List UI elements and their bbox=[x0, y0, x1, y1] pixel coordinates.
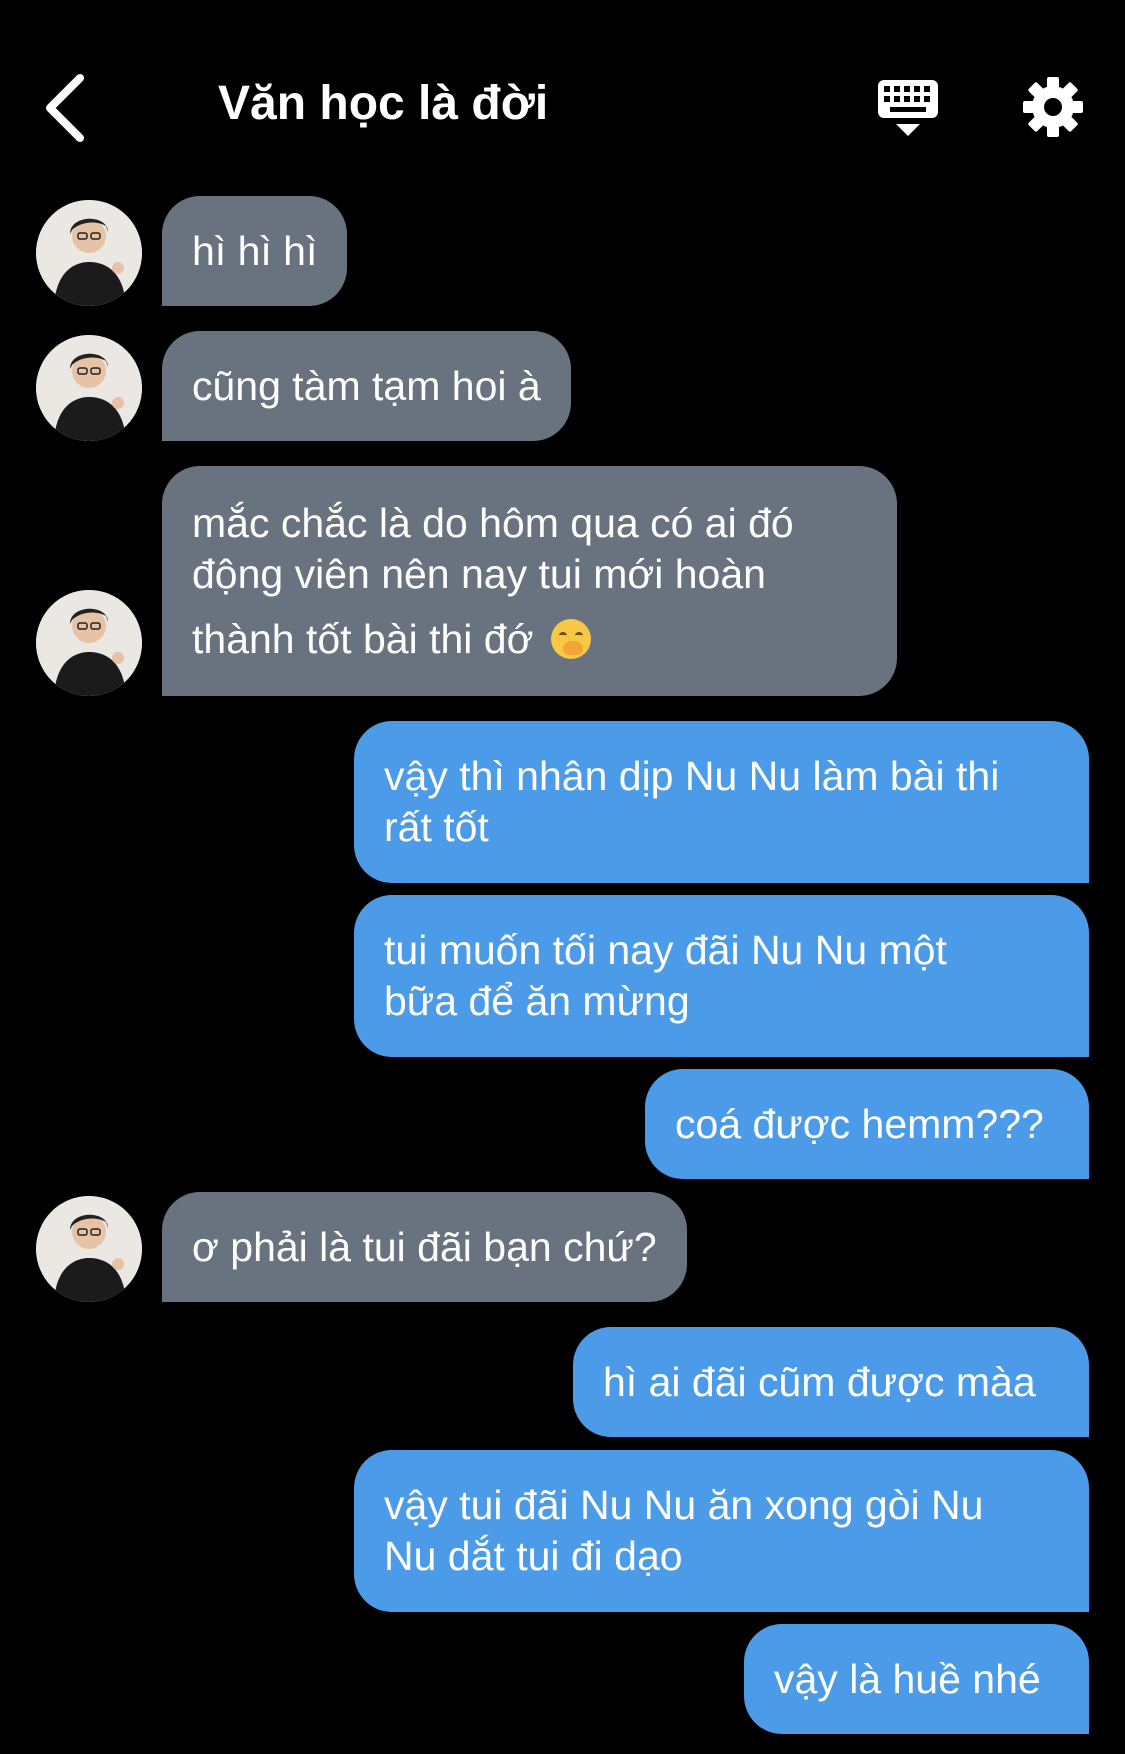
message-bubble-incoming[interactable]: cũng tàm tạm hoi à bbox=[162, 331, 571, 441]
hand-over-mouth-emoji bbox=[550, 619, 591, 659]
message-text: vậy tui đãi Nu Nu ăn xong gòi Nu bbox=[384, 1482, 984, 1528]
message-bubble-outgoing[interactable]: vậy thì nhân dịp Nu Nu làm bài thi rất t… bbox=[354, 721, 1089, 883]
message-bubble-outgoing[interactable]: vậy tui đãi Nu Nu ăn xong gòi Nu Nu dắt … bbox=[354, 1450, 1089, 1612]
message-text: tui muốn tối nay đãi Nu Nu một bbox=[384, 927, 947, 973]
message-text: hì ai đãi cũm được màa bbox=[603, 1359, 1036, 1405]
message-bubble-incoming[interactable]: hì hì hì bbox=[162, 196, 348, 306]
chat-header: Văn học là đời bbox=[0, 0, 1125, 190]
message-bubble-outgoing[interactable]: coá được hemm??? bbox=[645, 1069, 1089, 1179]
gear-icon[interactable] bbox=[1022, 76, 1084, 138]
message-text: coá được hemm??? bbox=[675, 1101, 1044, 1147]
avatar[interactable] bbox=[36, 200, 142, 306]
message-text: động viên nên nay tui mới hoàn bbox=[192, 551, 766, 597]
message-text: bữa để ăn mừng bbox=[384, 978, 690, 1024]
message-bubble-incoming[interactable]: ơ phải là tui đãi bạn chứ? bbox=[162, 1192, 687, 1302]
message-text: Nu dắt tui đi dạo bbox=[384, 1533, 683, 1579]
avatar[interactable] bbox=[36, 1196, 142, 1302]
message-text: vậy thì nhân dịp Nu Nu làm bài thi bbox=[384, 753, 1000, 799]
message-bubble-outgoing[interactable]: tui muốn tối nay đãi Nu Nu một bữa để ăn… bbox=[354, 895, 1089, 1057]
avatar[interactable] bbox=[36, 590, 142, 696]
keyboard-icon[interactable] bbox=[876, 78, 940, 142]
message-text: vậy là huề nhé bbox=[774, 1656, 1041, 1702]
message-text: ơ phải là tui đãi bạn chứ? bbox=[192, 1224, 657, 1270]
message-bubble-outgoing[interactable]: vậy là huề nhé bbox=[744, 1624, 1089, 1734]
chevron-left-icon[interactable] bbox=[40, 70, 100, 146]
message-text: thành tốt bài thi đớ bbox=[192, 616, 534, 662]
message-bubble-outgoing[interactable]: hì ai đãi cũm được màa bbox=[573, 1327, 1089, 1437]
avatar[interactable] bbox=[36, 335, 142, 441]
message-text: mắc chắc là do hôm qua có ai đó bbox=[192, 500, 794, 546]
message-text: hì hì hì bbox=[192, 228, 318, 274]
message-text: cũng tàm tạm hoi à bbox=[192, 363, 541, 409]
message-bubble-incoming[interactable]: mắc chắc là do hôm qua có ai đó động viê… bbox=[162, 466, 897, 696]
chat-title: Văn học là đời bbox=[218, 77, 549, 130]
message-text: rất tốt bbox=[384, 804, 489, 850]
